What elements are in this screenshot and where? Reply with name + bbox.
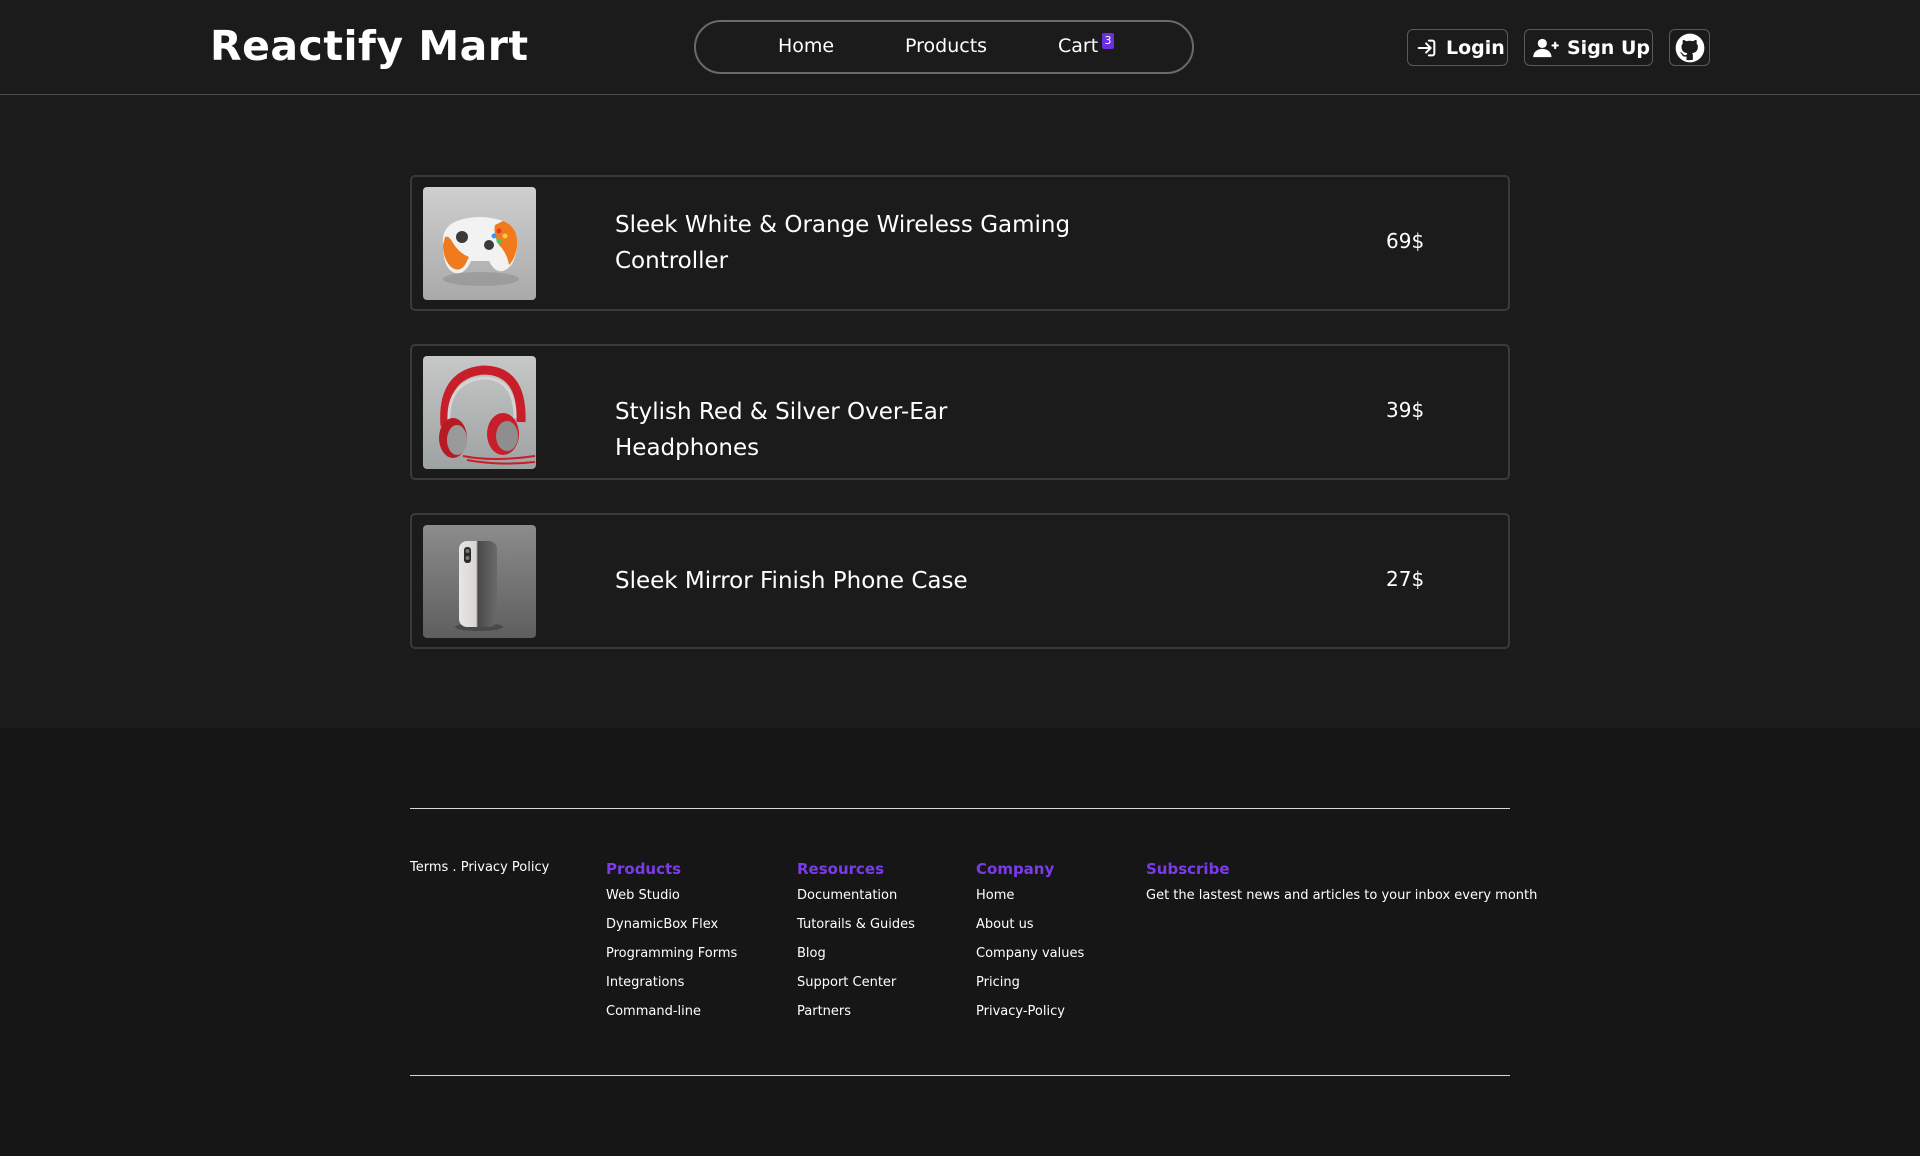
site-footer: Terms . Privacy Policy Products Web Stud… [0, 728, 1920, 1156]
nav-cart-link[interactable]: Cart [1058, 35, 1098, 57]
privacy-policy-link[interactable]: Privacy Policy [461, 860, 550, 875]
login-label: Login [1446, 36, 1505, 59]
item-price: 39$ [1386, 398, 1425, 422]
gaming-controller-image [423, 187, 536, 300]
brand-logo-text[interactable]: Reactify Mart [210, 22, 529, 70]
github-button[interactable] [1669, 29, 1710, 66]
footer-link[interactable]: DynamicBox Flex [606, 917, 737, 946]
footer-link[interactable]: Tutorails & Guides [797, 917, 915, 946]
headphones-image [423, 356, 536, 469]
legal-links: Terms . Privacy Policy [410, 860, 549, 875]
footer-column-subscribe: Subscribe Get the lastest news and artic… [1146, 860, 1537, 903]
github-icon [1675, 33, 1705, 63]
item-title[interactable]: Sleek Mirror Finish Phone Case [615, 563, 1085, 599]
footer-link[interactable]: Pricing [976, 975, 1084, 1004]
footer-link[interactable]: Programming Forms [606, 946, 737, 975]
login-icon [1416, 37, 1438, 59]
legal-separator: . [448, 860, 461, 875]
item-title[interactable]: Sleek White & Orange Wireless Gaming Con… [615, 207, 1085, 279]
cart-item: Stylish Red & Silver Over-Ear Headphones… [410, 344, 1510, 480]
footer-link[interactable]: Web Studio [606, 888, 737, 917]
footer-column-products: Products Web Studio DynamicBox Flex Prog… [606, 860, 737, 1033]
footer-link[interactable]: Documentation [797, 888, 915, 917]
signup-button[interactable]: Sign Up [1524, 29, 1653, 66]
cart-item: Sleek White & Orange Wireless Gaming Con… [410, 175, 1510, 311]
item-price: 27$ [1386, 567, 1425, 591]
login-button[interactable]: Login [1407, 29, 1508, 66]
footer-top-divider [410, 808, 1510, 809]
item-title[interactable]: Stylish Red & Silver Over-Ear Headphones [615, 394, 1085, 466]
footer-link[interactable]: Command-line [606, 1004, 737, 1033]
cart-count-badge: 3 [1102, 33, 1114, 49]
footer-link[interactable]: Home [976, 888, 1084, 917]
nav-products-link[interactable]: Products [905, 35, 987, 57]
phone-case-image [423, 525, 536, 638]
footer-link[interactable]: Blog [797, 946, 915, 975]
footer-link[interactable]: Company values [976, 946, 1084, 975]
site-header: Reactify Mart Home Products Cart 3 Login… [0, 0, 1920, 95]
footer-column-title: Resources [797, 860, 885, 878]
footer-link[interactable]: About us [976, 917, 1084, 946]
footer-column-title: Company [976, 860, 1055, 878]
footer-column-title: Products [606, 860, 682, 878]
item-price: 69$ [1386, 229, 1425, 253]
nav-home-link[interactable]: Home [778, 35, 834, 57]
footer-column-company: Company Home About us Company values Pri… [976, 860, 1084, 1033]
subscribe-description: Get the lastest news and articles to you… [1146, 888, 1538, 903]
footer-link[interactable]: Privacy-Policy [976, 1004, 1084, 1033]
cart-item: Sleek Mirror Finish Phone Case 27$ [410, 513, 1510, 649]
footer-bottom-divider [410, 1075, 1510, 1076]
footer-link[interactable]: Integrations [606, 975, 737, 1004]
footer-link[interactable]: Partners [797, 1004, 915, 1033]
main-nav: Home Products Cart 3 [694, 20, 1194, 74]
subscribe-title: Subscribe [1146, 860, 1230, 878]
signup-label: Sign Up [1567, 36, 1650, 59]
footer-column-resources: Resources Documentation Tutorails & Guid… [797, 860, 915, 1033]
add-user-icon [1533, 37, 1559, 59]
terms-link[interactable]: Terms [410, 860, 448, 875]
footer-link[interactable]: Support Center [797, 975, 915, 1004]
